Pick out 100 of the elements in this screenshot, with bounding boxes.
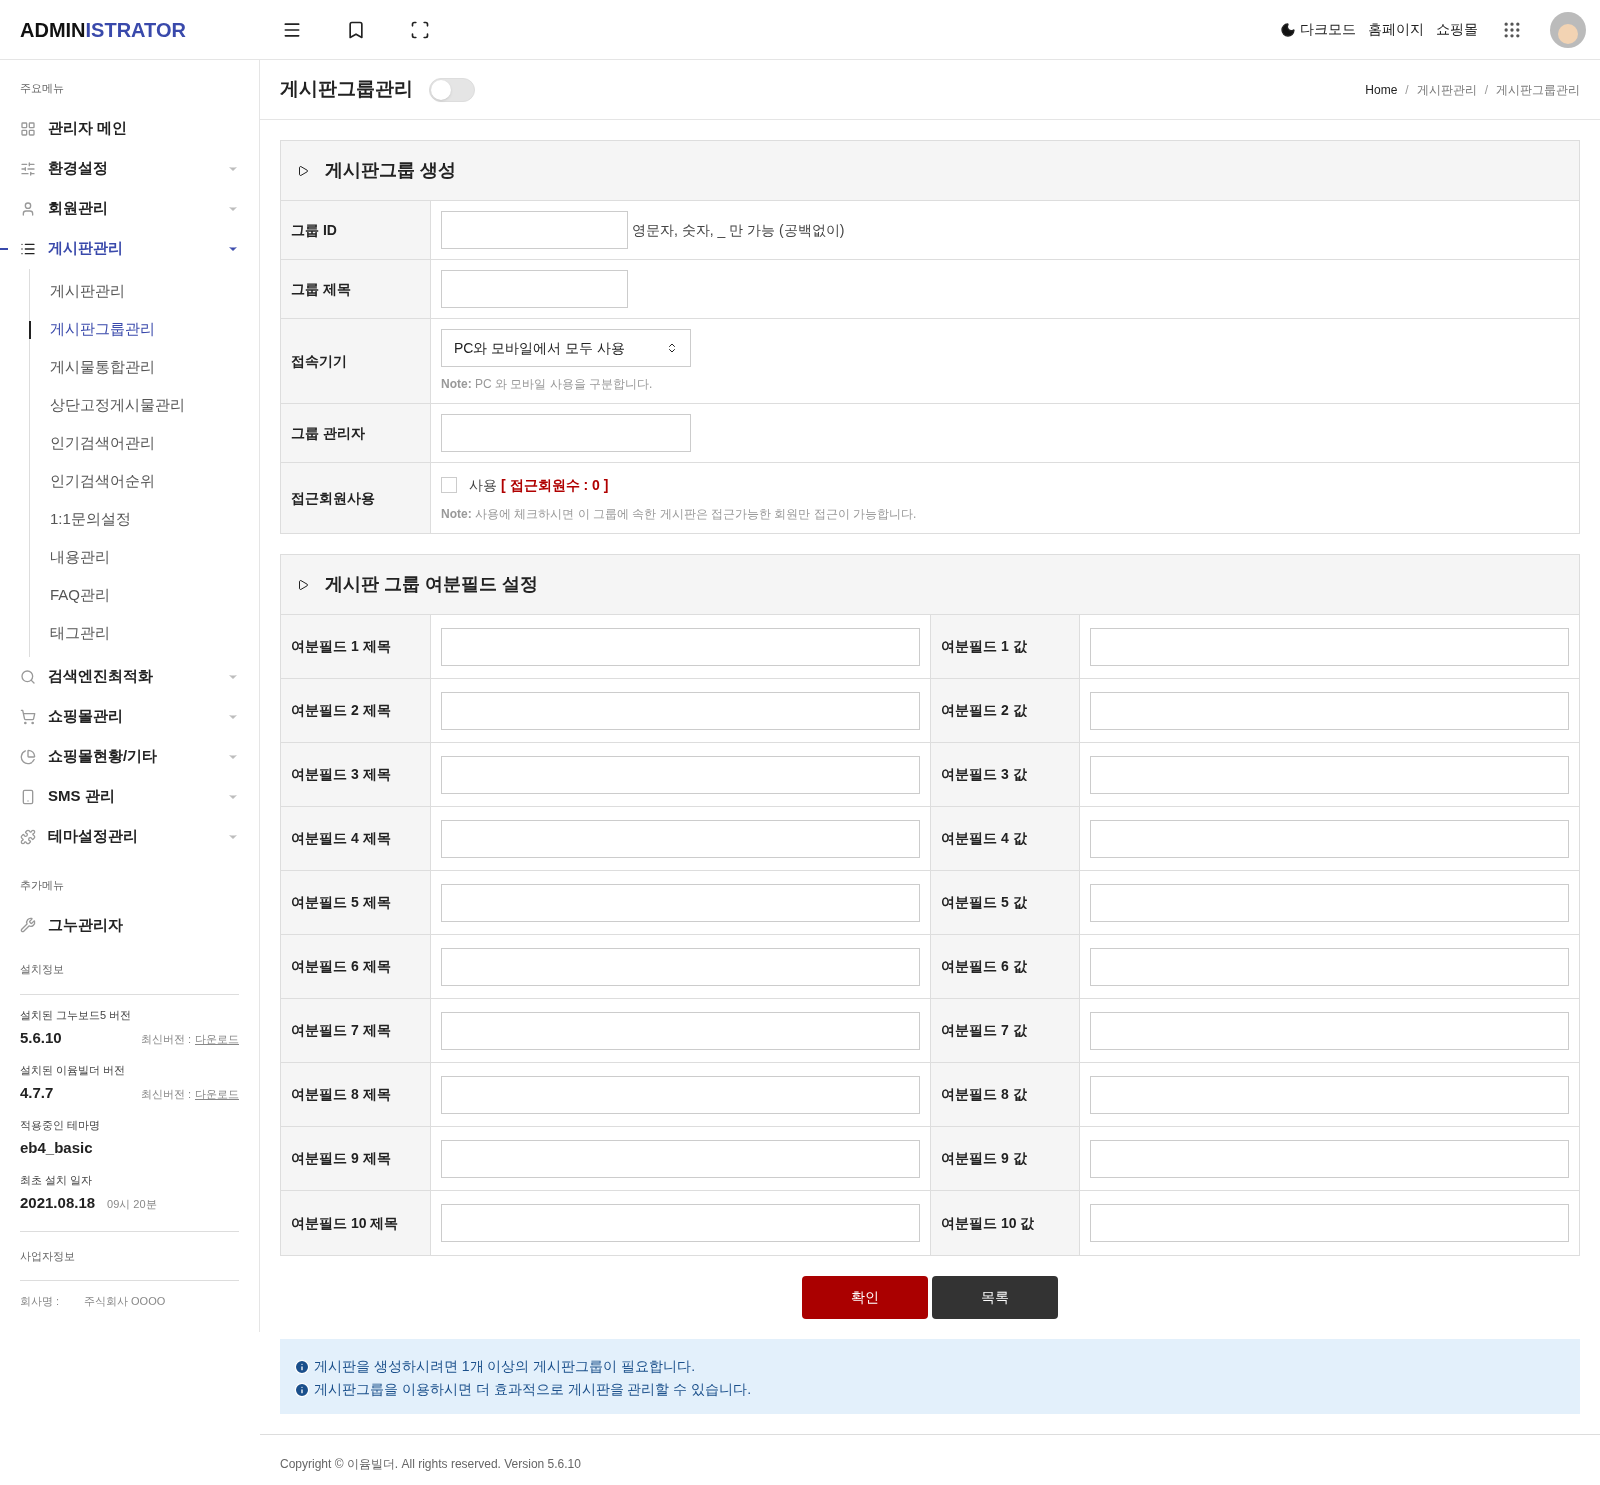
info-value: eb4_basic	[20, 1138, 93, 1158]
text-field[interactable]	[1090, 1075, 1569, 1114]
field-label: 그룹 제목	[291, 279, 351, 299]
text-field[interactable]	[441, 691, 920, 730]
submenu-item[interactable]: 내용관리	[50, 546, 110, 569]
confirm-button[interactable]: 확인	[802, 1276, 928, 1319]
triangle-icon	[297, 578, 309, 591]
sidebar-item[interactable]: SMS 관리	[48, 785, 115, 808]
submenu-item[interactable]: 상단고정게시물관리	[50, 394, 185, 417]
latest-version-label: 최신버전 :	[140, 1032, 191, 1047]
sidebar-item[interactable]: 게시판관리	[48, 237, 123, 260]
logo[interactable]: ADMINISTRATOR	[20, 18, 186, 41]
field-label: 여분필드 8 제목	[291, 1085, 391, 1104]
text-field[interactable]	[1090, 883, 1569, 922]
text-field[interactable]	[441, 755, 920, 794]
copyright-text: Copyright © 이윰빌더. All rights reserved. Version 5.6.10	[280, 1457, 581, 1471]
download-link[interactable]: 다운로드	[195, 1031, 239, 1048]
sidebar-item[interactable]: 관리자 메인	[48, 117, 128, 140]
section-title: 게시판그룹 생성	[325, 159, 456, 182]
info-label: 최초 설치 일자	[20, 1172, 94, 1188]
list-button[interactable]: 목록	[932, 1276, 1058, 1319]
avatar[interactable]	[1550, 11, 1586, 48]
bookmark-icon[interactable]	[346, 19, 366, 40]
text-field[interactable]	[441, 947, 920, 986]
text-field[interactable]	[441, 883, 920, 922]
field-label: 여분필드 2 제목	[291, 701, 391, 720]
select-field[interactable]: PC와 모바일에서 모두 사용	[441, 329, 691, 367]
field-label: 여분필드 4 제목	[291, 829, 391, 848]
field-label: 그룹 관리자	[291, 423, 365, 443]
active-indicator	[0, 247, 8, 250]
checkbox-label[interactable]: 사용	[469, 474, 497, 496]
text-field[interactable]	[1090, 1204, 1569, 1242]
info-value: 2021.08.18	[20, 1193, 96, 1213]
field-label: 여분필드 3 값	[941, 765, 1027, 784]
breadcrumb-item[interactable]: 게시판그룹관리	[1496, 80, 1580, 99]
text-field[interactable]	[441, 414, 691, 452]
header-link[interactable]: 다크모드	[1300, 19, 1356, 40]
section-heading: 주요메뉴	[19, 81, 65, 96]
field-label: 여분필드 5 제목	[291, 893, 391, 912]
breadcrumb-item[interactable]: 게시판관리	[1416, 80, 1477, 99]
sidebar-item[interactable]: 검색엔진최적화	[48, 665, 153, 688]
submenu-item[interactable]: FAQ관리	[50, 584, 110, 607]
header-link[interactable]: 홈페이지	[1368, 19, 1424, 40]
phone-icon	[20, 788, 36, 805]
section-heading: 사업자정보	[20, 1231, 239, 1281]
sliders-icon	[20, 160, 36, 177]
fullscreen-icon[interactable]	[410, 19, 430, 40]
text-field[interactable]	[1090, 1011, 1569, 1050]
download-link[interactable]: 다운로드	[195, 1086, 239, 1103]
text-field[interactable]	[1090, 755, 1569, 794]
field-label: 여분필드 5 값	[941, 893, 1027, 912]
field-label: 여분필드 1 제목	[291, 637, 391, 656]
text-field[interactable]	[441, 270, 628, 308]
triangle-icon	[297, 164, 309, 177]
text-field[interactable]	[441, 1011, 920, 1050]
submenu-item[interactable]: 1:1문의설정	[50, 508, 131, 531]
checkbox[interactable]	[441, 477, 457, 493]
page-title: 게시판그룹관리	[280, 77, 413, 102]
text-field[interactable]	[441, 627, 920, 666]
user-icon	[20, 200, 36, 217]
submenu-item[interactable]: 게시물통합관리	[50, 356, 155, 379]
text-field[interactable]	[1090, 627, 1569, 666]
text-field[interactable]	[441, 1139, 920, 1178]
field-label: 여분필드 10 값	[941, 1213, 1035, 1233]
sidebar-item[interactable]: 테마설정관리	[48, 825, 138, 848]
text-field[interactable]	[441, 819, 920, 858]
text-field[interactable]	[441, 1204, 920, 1242]
info-time: 09시 20분	[107, 1197, 157, 1212]
text-field[interactable]	[1090, 691, 1569, 730]
sidebar-item[interactable]: 회원관리	[48, 197, 108, 220]
sidebar-item[interactable]: 그누관리자	[48, 913, 123, 937]
section-title: 게시판 그룹 여분필드 설정	[325, 573, 538, 596]
field-label: 여분필드 9 값	[941, 1149, 1027, 1168]
info-icon	[294, 1381, 310, 1398]
field-label: 여분필드 2 값	[941, 701, 1027, 720]
text-field[interactable]	[1090, 947, 1569, 986]
field-label: 여분필드 10 제목	[291, 1213, 399, 1233]
moon-icon[interactable]	[1280, 21, 1296, 38]
sidebar-item[interactable]: 쇼핑몰현황/기타	[48, 745, 158, 768]
breadcrumb-item[interactable]: Home	[1365, 80, 1398, 99]
sidebar-item[interactable]: 쇼핑몰관리	[48, 705, 123, 728]
submenu-item[interactable]: 인기검색어관리	[50, 432, 155, 455]
submenu-item[interactable]: 인기검색어순위	[50, 470, 155, 493]
field-label: 접속기기	[291, 351, 347, 371]
field-label: 접근회원사용	[291, 488, 375, 508]
field-label: 여분필드 3 제목	[291, 765, 391, 784]
info-text: 게시판을 생성하시려면 1개 이상의 게시판그룹이 필요합니다.	[314, 1357, 696, 1376]
header-link[interactable]: 쇼핑몰	[1436, 19, 1478, 40]
sidebar-item[interactable]: 환경설정	[48, 157, 108, 180]
breadcrumb-separator: /	[1484, 81, 1488, 99]
submenu-item[interactable]: 태그관리	[50, 622, 110, 645]
text-field[interactable]	[441, 1075, 920, 1114]
toggle-switch[interactable]	[429, 77, 475, 102]
submenu-item[interactable]: 게시판그룹관리	[50, 318, 155, 341]
section-heading: 설치정보	[20, 945, 239, 995]
text-field[interactable]	[441, 211, 628, 249]
submenu-item[interactable]: 게시판관리	[50, 280, 125, 303]
text-field[interactable]	[1090, 1139, 1569, 1178]
text-field[interactable]	[1090, 819, 1569, 858]
search-icon	[20, 668, 36, 685]
